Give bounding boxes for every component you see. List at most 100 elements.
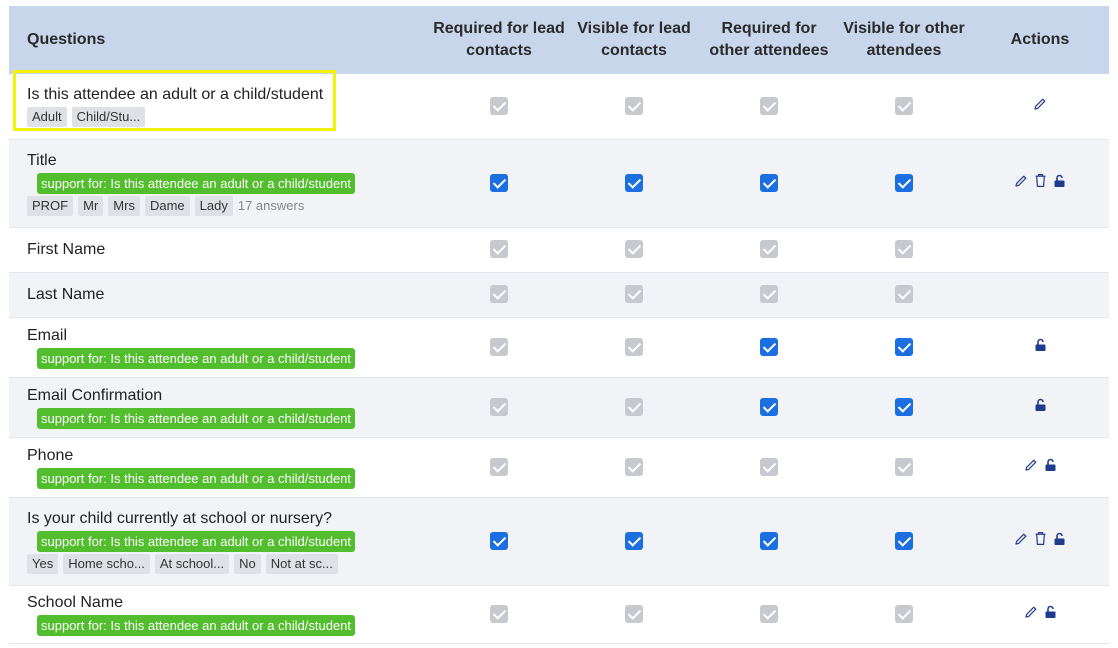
visible-other-checkbox[interactable] <box>895 97 913 116</box>
visible-other-cell <box>837 74 971 139</box>
header-visible-lead: Visible for lead contacts <box>567 6 701 74</box>
support-badge: support for: Is this attendee an adult o… <box>37 530 356 552</box>
visible-lead-checkbox[interactable] <box>625 285 643 304</box>
header-visible-other: Visible for other attendees <box>837 6 971 74</box>
actions-cell <box>971 272 1109 317</box>
support-badge: support for: Is this attendee an adult o… <box>37 614 356 636</box>
answer-tag: Yes <box>27 553 59 574</box>
required-other-checkbox[interactable] <box>760 97 778 116</box>
table-row: Email support for: Is this attendee an ad… <box>9 317 1109 377</box>
question-cell: Phone support for: Is this attendee an ad… <box>9 437 431 497</box>
required-lead-cell <box>431 585 567 643</box>
required-lead-checkbox[interactable] <box>490 173 508 192</box>
visible-other-cell <box>837 497 971 585</box>
support-badge: support for: Is this attendee an adult o… <box>37 407 356 429</box>
answer-tag: Home scho... <box>63 553 150 574</box>
visible-lead-checkbox[interactable] <box>625 397 643 416</box>
visible-other-checkbox[interactable] <box>895 285 913 304</box>
actions-cell <box>971 317 1109 377</box>
question-cell: Title support for: Is this attendee an ad… <box>9 139 431 227</box>
actions-cell <box>971 585 1109 643</box>
trash-icon[interactable] <box>1034 173 1047 188</box>
visible-lead-checkbox[interactable] <box>625 337 643 356</box>
required-other-checkbox[interactable] <box>760 604 778 623</box>
table-row: School Name support for: Is this attendee… <box>9 585 1109 643</box>
required-lead-checkbox[interactable] <box>490 604 508 623</box>
required-other-cell <box>701 227 837 272</box>
answer-tags: PROF Mr Mrs Dame Lady 17 answers <box>27 195 430 216</box>
visible-other-cell <box>837 139 971 227</box>
edit-icon[interactable] <box>1024 458 1038 472</box>
required-other-checkbox[interactable] <box>760 397 778 416</box>
answer-tag: Mrs <box>108 195 140 216</box>
answer-tags: Yes Home scho... At school... No Not at sc..… <box>27 553 430 574</box>
actions-cell <box>971 227 1109 272</box>
question-cell: Last Name <box>9 272 431 317</box>
answer-tag: At school... <box>154 553 230 574</box>
question-label: Email <box>27 326 68 344</box>
required-lead-checkbox[interactable] <box>490 240 508 259</box>
table-row: Title support for: Is this attendee an ad… <box>9 139 1109 227</box>
answer-tag: No <box>234 553 261 574</box>
edit-icon[interactable] <box>1024 605 1038 619</box>
question-label: Is your child currently at school or nur… <box>27 509 333 527</box>
answer-tags: Adult Child/Stu... <box>27 107 430 128</box>
unlock-icon[interactable] <box>1053 174 1066 188</box>
visible-other-cell <box>837 317 971 377</box>
actions-cell <box>971 497 1109 585</box>
visible-lead-checkbox[interactable] <box>625 173 643 192</box>
visible-other-checkbox[interactable] <box>895 173 913 192</box>
required-other-cell <box>701 437 837 497</box>
answer-count: 17 answers <box>237 198 305 213</box>
visible-lead-cell <box>567 377 701 437</box>
visible-other-checkbox[interactable] <box>895 604 913 623</box>
visible-other-checkbox[interactable] <box>895 457 913 476</box>
edit-icon[interactable] <box>1014 174 1028 188</box>
required-other-checkbox[interactable] <box>760 457 778 476</box>
required-other-checkbox[interactable] <box>760 285 778 304</box>
answer-tag: Mr <box>78 195 104 216</box>
required-lead-cell <box>431 139 567 227</box>
visible-other-checkbox[interactable] <box>895 531 913 550</box>
required-other-checkbox[interactable] <box>760 337 778 356</box>
required-lead-checkbox[interactable] <box>490 397 508 416</box>
required-lead-cell <box>431 227 567 272</box>
required-lead-checkbox[interactable] <box>490 97 508 116</box>
visible-lead-checkbox[interactable] <box>625 97 643 116</box>
header-required-other: Required for other attendees <box>701 6 837 74</box>
table-row: Is this attendee an adult or a child/stu… <box>9 70 1109 139</box>
required-lead-checkbox[interactable] <box>490 285 508 304</box>
unlock-icon[interactable] <box>1044 605 1057 619</box>
required-lead-checkbox[interactable] <box>490 531 508 550</box>
required-other-checkbox[interactable] <box>760 531 778 550</box>
trash-icon[interactable] <box>1034 531 1047 546</box>
questions-table-container: Questions Required for lead contacts Vis… <box>9 6 1109 644</box>
visible-other-checkbox[interactable] <box>895 240 913 259</box>
required-lead-cell <box>431 74 567 139</box>
question-label: Last Name <box>27 285 105 303</box>
question-cell: Is your child currently at school or nur… <box>9 497 431 585</box>
visible-lead-cell <box>567 497 701 585</box>
required-lead-checkbox[interactable] <box>490 457 508 476</box>
unlock-icon[interactable] <box>1034 398 1047 412</box>
unlock-icon[interactable] <box>1053 532 1066 546</box>
support-badge: support for: Is this attendee an adult o… <box>37 347 356 369</box>
visible-lead-cell <box>567 317 701 377</box>
unlock-icon[interactable] <box>1044 458 1057 472</box>
visible-other-checkbox[interactable] <box>895 397 913 416</box>
visible-lead-checkbox[interactable] <box>625 604 643 623</box>
support-badge: support for: Is this attendee an adult o… <box>37 172 356 194</box>
edit-icon[interactable] <box>1033 97 1047 111</box>
required-other-cell <box>701 139 837 227</box>
required-lead-checkbox[interactable] <box>490 337 508 356</box>
unlock-icon[interactable] <box>1034 338 1047 352</box>
required-other-checkbox[interactable] <box>760 173 778 192</box>
required-other-checkbox[interactable] <box>760 240 778 259</box>
visible-lead-checkbox[interactable] <box>625 457 643 476</box>
required-lead-cell <box>431 437 567 497</box>
visible-other-checkbox[interactable] <box>895 337 913 356</box>
question-label: Phone <box>27 446 74 464</box>
visible-lead-checkbox[interactable] <box>625 531 643 550</box>
edit-icon[interactable] <box>1014 532 1028 546</box>
visible-lead-checkbox[interactable] <box>625 240 643 259</box>
